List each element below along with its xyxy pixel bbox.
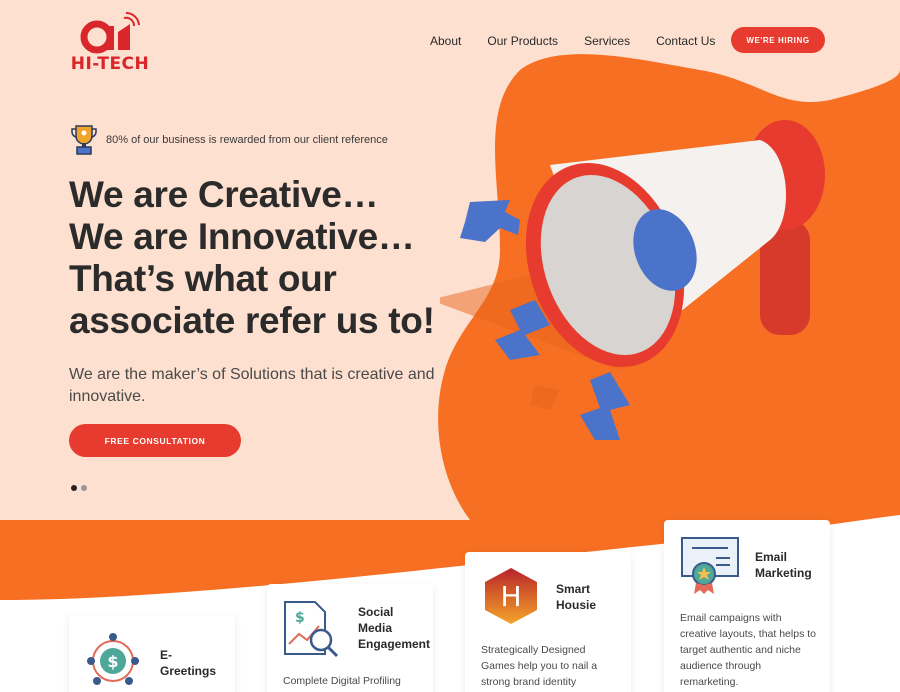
award-note: 80% of our business is rewarded from our… [70, 124, 388, 156]
card-title: E- Greetings [160, 648, 217, 678]
slider-dots [71, 485, 87, 491]
slider-dot-1[interactable] [71, 485, 77, 491]
free-consultation-button[interactable]: FREE CONSULTATION [69, 424, 241, 457]
main-nav: About Our Products Services Contact Us [430, 34, 715, 48]
nav-contact-us[interactable]: Contact Us [656, 34, 715, 48]
nav-our-products[interactable]: Our Products [487, 34, 558, 48]
hero-headline: We are Creative… We are Innovative… That… [69, 174, 469, 342]
svg-text:$: $ [107, 652, 118, 671]
nav-about[interactable]: About [430, 34, 461, 48]
award-text: 80% of our business is rewarded from our… [106, 134, 388, 146]
card-title: Email Marketing [755, 550, 812, 580]
headline-line: That’s what our [69, 258, 337, 299]
analytics-document-icon: $ [284, 601, 339, 658]
trophy-icon [71, 125, 97, 155]
service-card-social-media[interactable]: $ Social Media Engagement Complete Digit… [267, 584, 433, 692]
certificate-icon [681, 537, 739, 594]
card-description: Email campaigns with creative layouts, t… [680, 612, 816, 688]
housie-h-icon: H [485, 568, 537, 624]
service-card-email-marketing[interactable]: Email Marketing Email campaigns with cre… [664, 520, 830, 692]
logo-mark-icon [80, 11, 140, 54]
svg-text:$: $ [295, 610, 305, 626]
card-title: Social Media Engagement [358, 605, 431, 651]
headline-line: associate refer us to! [69, 300, 435, 341]
money-network-icon: $ [87, 633, 139, 685]
hiring-button[interactable]: WE'RE HIRING [731, 27, 825, 53]
brand-logo[interactable]: HI-TECH [64, 11, 156, 74]
svg-text:H: H [500, 580, 521, 613]
headline-line: We are Innovative… [69, 216, 415, 257]
headline-line: We are Creative… [69, 174, 379, 215]
service-card-smart-housie[interactable]: H Smart Housie Strategically Designed Ga… [465, 552, 631, 692]
service-card-e-greetings[interactable]: $ E- Greetings [69, 615, 235, 692]
slider-dot-2[interactable] [81, 485, 87, 491]
nav-services[interactable]: Services [584, 34, 630, 48]
card-description: Strategically Designed Games help you to… [481, 644, 598, 688]
megaphone-illustration [440, 120, 825, 440]
hero-subtext: We are the maker’s of Solutions that is … [69, 366, 435, 405]
logo-wordmark: HI-TECH [70, 54, 150, 74]
card-description: Complete Digital Profiling [283, 675, 401, 687]
card-title: Smart Housie [556, 582, 597, 612]
